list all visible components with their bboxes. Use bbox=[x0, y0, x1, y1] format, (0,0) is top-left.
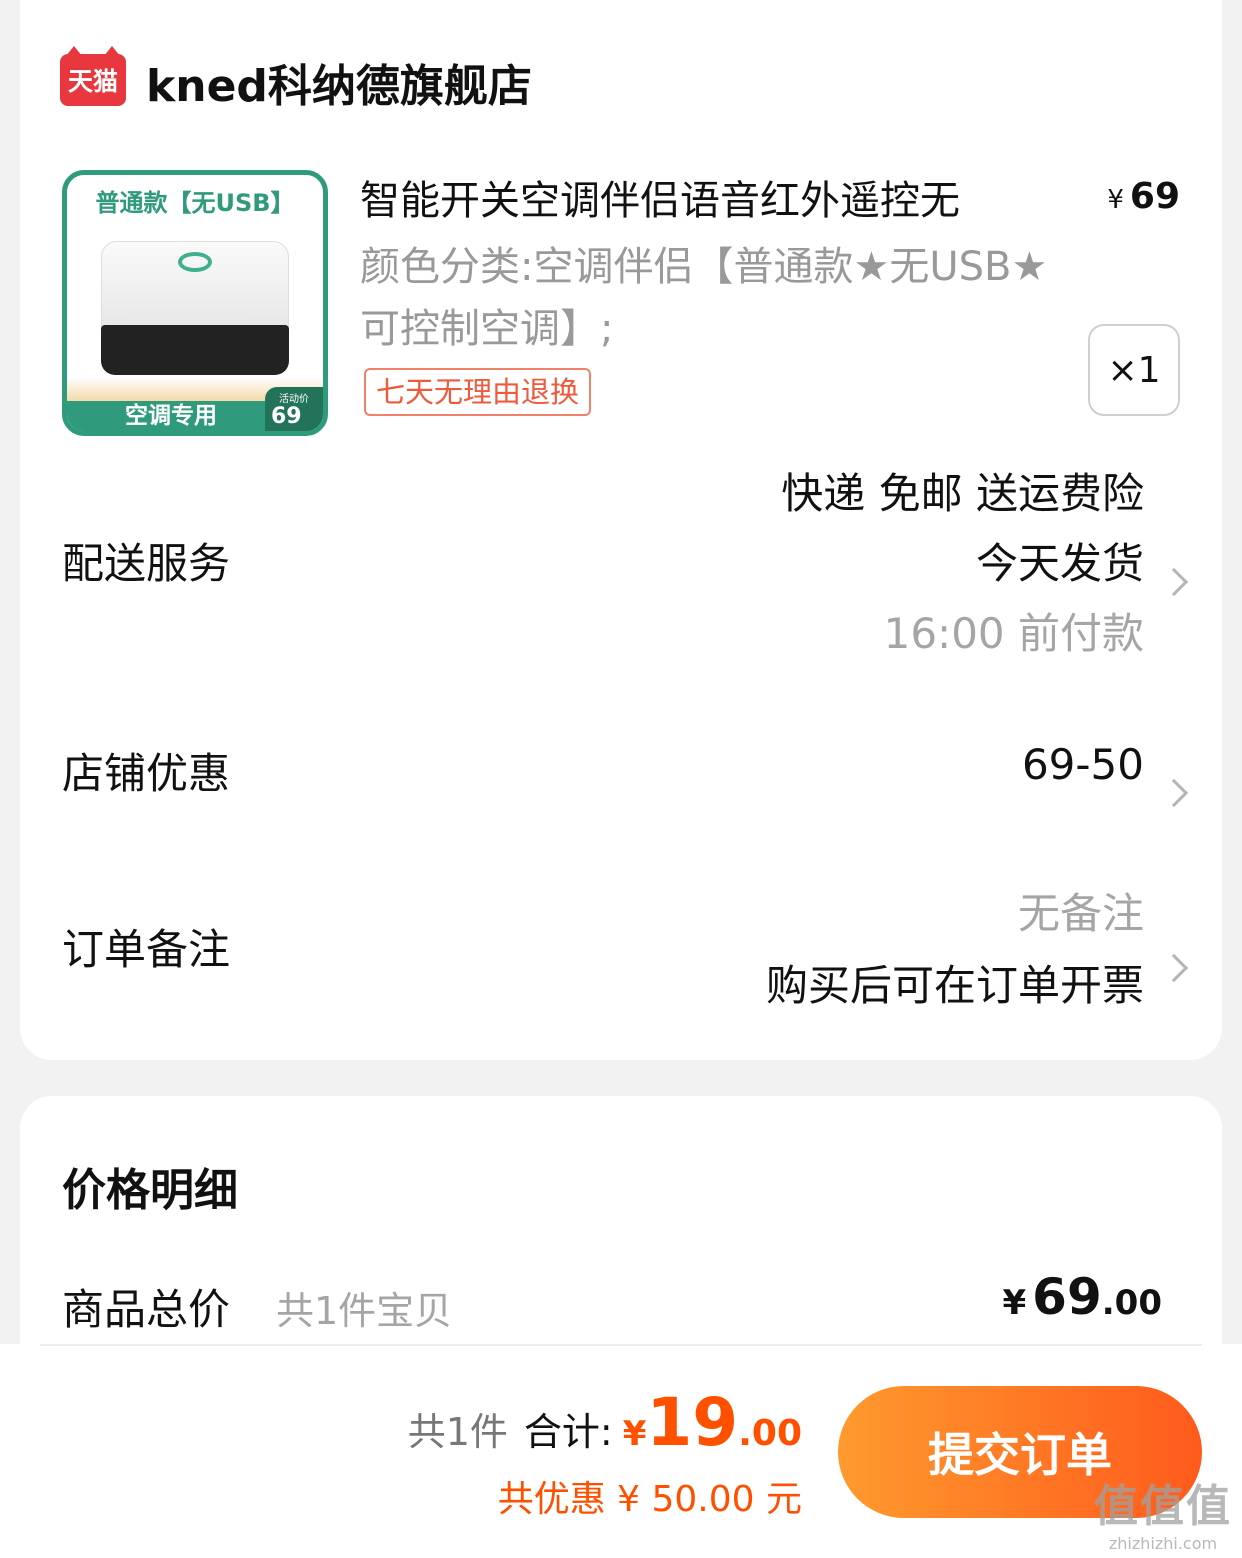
sum-dec: .00 bbox=[738, 1413, 802, 1454]
sum-int: 19 bbox=[646, 1384, 739, 1461]
badge-price: 69 bbox=[271, 404, 302, 429]
watermark-url: zhizhizhi.com bbox=[1108, 1534, 1218, 1553]
device-base-shape bbox=[101, 325, 289, 375]
product-image-price-badge: 活动价 69 bbox=[265, 387, 323, 431]
bottom-submit-bar: 共1件 合计: ¥ 19 .00 共优惠 ¥ 50.00 元 提交订单 bbox=[0, 1344, 1242, 1558]
total-dec: .00 bbox=[1101, 1283, 1162, 1323]
delivery-ship-time: 今天发货 bbox=[975, 539, 1144, 588]
chevron-right-icon bbox=[1159, 567, 1189, 597]
tmall-logo-icon: 天猫 bbox=[60, 46, 126, 106]
price-value: 69 bbox=[1129, 176, 1180, 217]
note-value: 无备注 bbox=[1017, 889, 1144, 938]
invoice-hint: 购买后可在订单开票 bbox=[765, 961, 1144, 1010]
price-detail-heading: 价格明细 bbox=[62, 1165, 238, 1216]
coupon-label: 店铺优惠 bbox=[62, 749, 231, 798]
coupon-value: 69-50 bbox=[1021, 740, 1144, 789]
device-top-shape bbox=[101, 241, 289, 333]
chevron-right-icon bbox=[1159, 953, 1189, 983]
delivery-deadline: 16:00 前付款 bbox=[883, 609, 1144, 658]
site-watermark: 值值值 zhizhizhi.com bbox=[1094, 1470, 1232, 1553]
delivery-label: 配送服务 bbox=[62, 539, 231, 588]
sum-count: 共1件 bbox=[407, 1410, 508, 1454]
goods-count: 共1件宝贝 bbox=[276, 1289, 453, 1333]
shop-name[interactable]: kned科纳德旗舰店 bbox=[146, 50, 532, 114]
order-card: 天猫 kned科纳德旗舰店 普通款【无USB】 空调专用 活动价 69 智能开关… bbox=[20, 0, 1222, 1060]
discount-summary: 共优惠 ¥ 50.00 元 bbox=[497, 1479, 802, 1520]
chevron-right-icon bbox=[1159, 778, 1189, 808]
price-symbol: ¥ bbox=[1107, 185, 1124, 215]
note-label: 订单备注 bbox=[62, 925, 231, 974]
sum-symbol: ¥ bbox=[622, 1414, 647, 1454]
return-policy-tag: 七天无理由退换 bbox=[364, 368, 592, 416]
product-price: ¥69 bbox=[1107, 176, 1180, 217]
product-image-band-text: 空调专用 bbox=[125, 403, 217, 429]
product-title[interactable]: 智能开关空调伴侣语音红外遥控无 bbox=[360, 168, 960, 226]
product-image[interactable]: 普通款【无USB】 空调专用 活动价 69 bbox=[62, 170, 328, 436]
total-int: 69 bbox=[1032, 1268, 1102, 1326]
goods-total-label: 商品总价 bbox=[62, 1285, 231, 1334]
goods-total-value: ¥69.00 bbox=[1003, 1268, 1163, 1326]
sum-label: 合计: bbox=[523, 1410, 613, 1454]
device-ring-icon bbox=[178, 252, 212, 272]
watermark-logo: 值值值 bbox=[1094, 1481, 1232, 1532]
product-spec: 颜色分类:空调伴侣【普通款★无USB★可控制空调】; bbox=[360, 244, 1048, 352]
order-sum: 共1件 合计: ¥ 19 .00 bbox=[408, 1384, 802, 1461]
divider bbox=[40, 1344, 1202, 1346]
delivery-method: 快递 免邮 送运费险 bbox=[781, 469, 1144, 518]
total-symbol: ¥ bbox=[1002, 1283, 1027, 1323]
quantity-button[interactable]: ×1 bbox=[1088, 324, 1180, 416]
product-image-title: 普通款【无USB】 bbox=[95, 189, 295, 217]
badge-label: 活动价 bbox=[279, 394, 309, 405]
